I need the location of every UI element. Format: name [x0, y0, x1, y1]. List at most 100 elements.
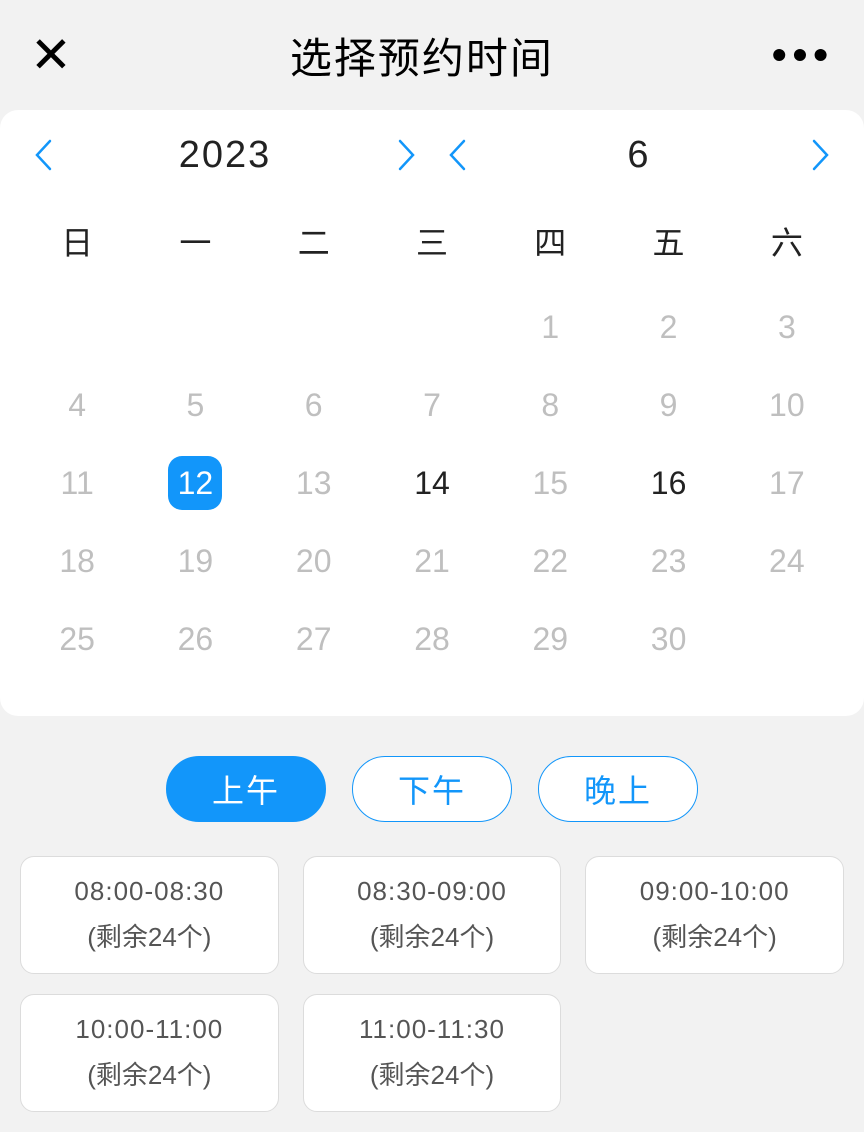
calendar-day[interactable]: 18	[18, 522, 136, 600]
time-slot-range: 08:30-09:00	[357, 876, 507, 907]
calendar-day[interactable]: 23	[609, 522, 727, 600]
page-title: 选择预约时间	[290, 25, 554, 86]
chevron-right-icon	[397, 138, 417, 172]
close-icon[interactable]: ✕	[30, 30, 72, 80]
time-slot[interactable]: 10:00-11:00 (剩余24个)	[20, 994, 279, 1112]
time-slot-remaining: (剩余24个)	[653, 917, 777, 954]
next-year-button[interactable]	[390, 134, 424, 176]
weekday-cell: 三	[373, 218, 491, 264]
month-selector: 6	[432, 134, 846, 177]
more-icon[interactable]: •••	[772, 31, 834, 79]
period-tab[interactable]: 晚上	[538, 756, 698, 822]
calendar-day[interactable]: 10	[728, 366, 846, 444]
calendar-day-number: 17	[769, 465, 805, 502]
calendar-day[interactable]: 21	[373, 522, 491, 600]
period-tab[interactable]: 下午	[352, 756, 512, 822]
calendar-day	[18, 288, 136, 366]
time-slot-range: 08:00-08:30	[74, 876, 224, 907]
calendar-week-row: 1 2 3	[18, 288, 846, 366]
calendar-day-number: 22	[532, 543, 568, 580]
calendar-day[interactable]: 26	[136, 600, 254, 678]
weekday-cell: 五	[609, 218, 727, 264]
calendar-day-number: 1	[541, 309, 559, 346]
calendar-day[interactable]: 28	[373, 600, 491, 678]
calendar-week-row: 18 19 20 21 22 23 24	[18, 522, 846, 600]
time-slot-remaining: (剩余24个)	[87, 1055, 211, 1092]
calendar-day-number: 10	[769, 387, 805, 424]
prev-month-button[interactable]	[440, 134, 474, 176]
calendar-day-number: 14	[414, 465, 450, 502]
time-slot-range: 11:00-11:30	[359, 1014, 505, 1045]
prev-year-button[interactable]	[26, 134, 60, 176]
calendar-day[interactable]: 5	[136, 366, 254, 444]
calendar-day	[728, 600, 846, 678]
weekday-header: 日一二三四五六	[18, 218, 846, 264]
calendar-day-number: 9	[660, 387, 678, 424]
weekday-cell: 四	[491, 218, 609, 264]
calendar-day[interactable]: 12	[136, 444, 254, 522]
time-slot-grid: 08:00-08:30(剩余24个)08:30-09:00(剩余24个)09:0…	[0, 822, 864, 1132]
calendar-day[interactable]: 19	[136, 522, 254, 600]
calendar-week-row: 4 567 8 9 10	[18, 366, 846, 444]
calendar-day[interactable]: 3	[728, 288, 846, 366]
calendar-day[interactable]: 20	[255, 522, 373, 600]
calendar-day[interactable]: 15	[491, 444, 609, 522]
calendar-day-number: 25	[59, 621, 95, 658]
time-slot-range: 10:00-11:00	[75, 1014, 223, 1045]
calendar-day-number: 4	[68, 387, 86, 424]
period-tabs: 上午下午晚上	[0, 756, 864, 822]
calendar-day[interactable]: 2	[609, 288, 727, 366]
calendar-day[interactable]: 8	[491, 366, 609, 444]
calendar-day-number: 3	[778, 309, 796, 346]
calendar-day[interactable]: 30	[609, 600, 727, 678]
calendar-day[interactable]: 24	[728, 522, 846, 600]
calendar-day-number: 18	[59, 543, 95, 580]
weekday-cell: 一	[136, 218, 254, 264]
time-slot[interactable]: 09:00-10:00 (剩余24个)	[585, 856, 844, 974]
calendar-day[interactable]: 1	[491, 288, 609, 366]
calendar-day-number: 20	[296, 543, 332, 580]
year-selector: 2023	[18, 134, 432, 177]
calendar-day[interactable]: 16	[609, 444, 727, 522]
calendar-day	[136, 288, 254, 366]
calendar-day[interactable]: 17	[728, 444, 846, 522]
next-month-button[interactable]	[804, 134, 838, 176]
time-slot[interactable]: 08:00-08:30(剩余24个)	[20, 856, 279, 974]
calendar-grid: 1234567891011121314151617181920212223242…	[18, 288, 846, 678]
calendar-day[interactable]: 6	[255, 366, 373, 444]
calendar-day[interactable]: 4	[18, 366, 136, 444]
year-label: 2023	[179, 134, 272, 177]
weekday-cell: 日	[18, 218, 136, 264]
calendar-day-number: 28	[414, 621, 450, 658]
month-label: 6	[627, 134, 650, 177]
calendar-day[interactable]: 9	[609, 366, 727, 444]
calendar-day[interactable]: 7	[373, 366, 491, 444]
calendar-day-number: 15	[532, 465, 568, 502]
calendar-day[interactable]: 29	[491, 600, 609, 678]
calendar-day[interactable]: 27	[255, 600, 373, 678]
chevron-left-icon	[33, 138, 53, 172]
header: ✕ 选择预约时间 •••	[0, 0, 864, 110]
calendar-day-number: 12	[168, 456, 222, 510]
time-slot-remaining: (剩余24个)	[370, 917, 494, 954]
calendar-day-number: 23	[651, 543, 687, 580]
calendar-day[interactable]: 11	[18, 444, 136, 522]
calendar-day[interactable]: 25	[18, 600, 136, 678]
calendar-week-row: 11 12 13 14 15 16 17	[18, 444, 846, 522]
calendar-week-row: 25 2627 28 29 30	[18, 600, 846, 678]
calendar-day-number: 29	[532, 621, 568, 658]
calendar-day-number: 8	[541, 387, 559, 424]
time-slot-range: 09:00-10:00	[640, 876, 790, 907]
time-slot[interactable]: 08:30-09:00 (剩余24个)	[303, 856, 562, 974]
calendar-day	[373, 288, 491, 366]
calendar-day-number: 2	[660, 309, 678, 346]
calendar-day[interactable]: 22	[491, 522, 609, 600]
year-month-selector: 2023 6	[18, 126, 846, 184]
calendar-day[interactable]: 13	[255, 444, 373, 522]
chevron-left-icon	[447, 138, 467, 172]
calendar-day	[255, 288, 373, 366]
time-slot[interactable]: 11:00-11:30(剩余24个)	[303, 994, 562, 1112]
calendar-day-number: 24	[769, 543, 805, 580]
period-tab[interactable]: 上午	[166, 756, 326, 822]
calendar-day[interactable]: 14	[373, 444, 491, 522]
